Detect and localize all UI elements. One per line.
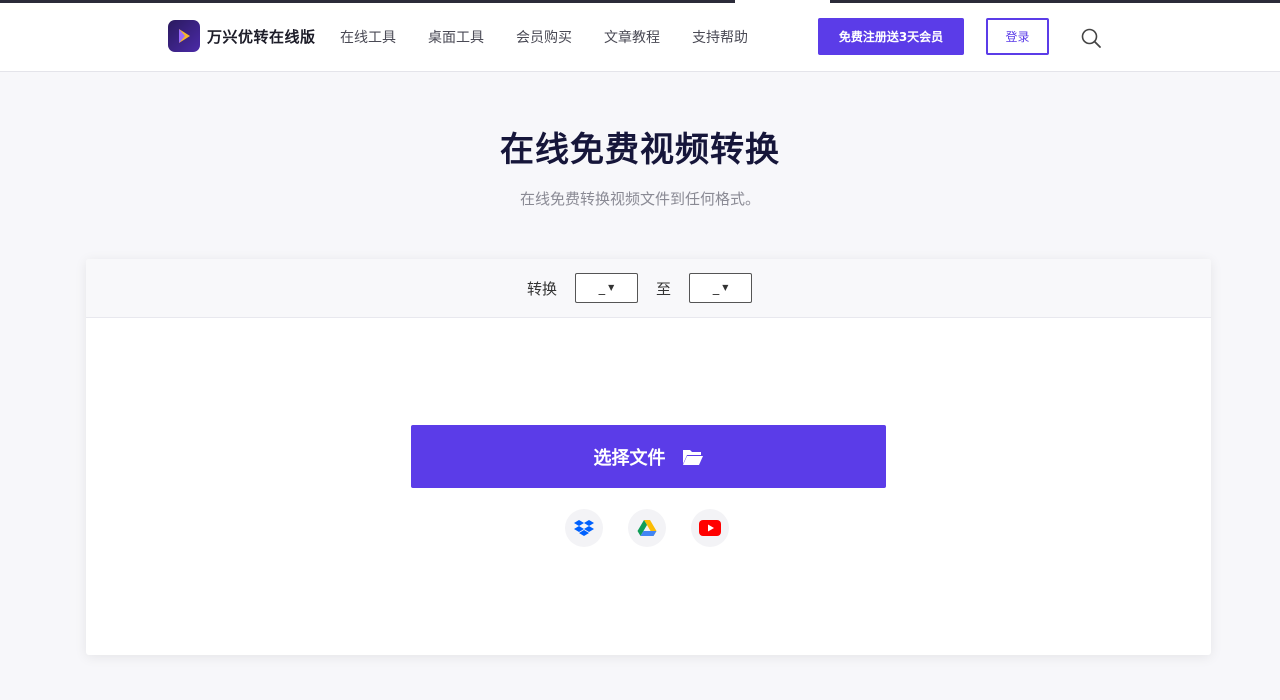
converter-card: 转换 _ ▼ 至 _ ▼ 选择文件 bbox=[86, 259, 1211, 655]
choose-file-button[interactable]: 选择文件 bbox=[411, 425, 886, 488]
target-format-select[interactable]: _ ▼ bbox=[689, 273, 753, 303]
login-button[interactable]: 登录 bbox=[986, 18, 1049, 55]
caret-down-icon: ▼ bbox=[608, 282, 615, 292]
register-button[interactable]: 免费注册送3天会员 bbox=[818, 18, 964, 55]
folder-open-icon bbox=[682, 449, 703, 465]
search-icon bbox=[1081, 28, 1101, 48]
page-subtitle: 在线免费转换视频文件到任何格式。 bbox=[519, 190, 760, 208]
main-nav: 在线工具 桌面工具 会员购买 文章教程 支持帮助 bbox=[340, 25, 780, 49]
format-selector-bar: 转换 _ ▼ 至 _ ▼ bbox=[86, 259, 1211, 318]
dropbox-source-button[interactable] bbox=[565, 509, 603, 547]
nav-item-desktop-tools[interactable]: 桌面工具 bbox=[428, 27, 484, 47]
logo-icon bbox=[168, 20, 200, 52]
to-label: 至 bbox=[656, 279, 672, 298]
nav-item-support[interactable]: 支持帮助 bbox=[692, 27, 748, 47]
cloud-sources bbox=[565, 509, 754, 547]
source-format-select[interactable]: _ ▼ bbox=[575, 273, 638, 303]
nav-item-online-tools[interactable]: 在线工具 bbox=[340, 27, 396, 47]
search-button[interactable] bbox=[1080, 27, 1102, 49]
page-title: 在线免费视频转换 bbox=[500, 130, 780, 170]
target-format-value: _ bbox=[712, 280, 720, 296]
source-format-value: _ bbox=[598, 280, 606, 296]
caret-down-icon: ▼ bbox=[722, 282, 729, 292]
brand-name: 万兴优转在线版 bbox=[207, 27, 316, 46]
nav-item-tutorials[interactable]: 文章教程 bbox=[604, 27, 660, 47]
site-header: 万兴优转在线版 在线工具 桌面工具 会员购买 文章教程 支持帮助 免费注册送3天… bbox=[0, 3, 1280, 72]
youtube-source-button[interactable] bbox=[691, 509, 729, 547]
nav-item-membership[interactable]: 会员购买 bbox=[516, 27, 572, 47]
google-drive-source-button[interactable] bbox=[628, 509, 666, 547]
convert-label: 转换 bbox=[526, 279, 557, 298]
dropbox-icon bbox=[574, 520, 594, 536]
choose-file-label: 选择文件 bbox=[593, 447, 666, 469]
youtube-icon bbox=[699, 520, 721, 536]
google-drive-icon bbox=[637, 520, 657, 536]
brand-logo[interactable]: 万兴优转在线版 bbox=[168, 20, 316, 52]
